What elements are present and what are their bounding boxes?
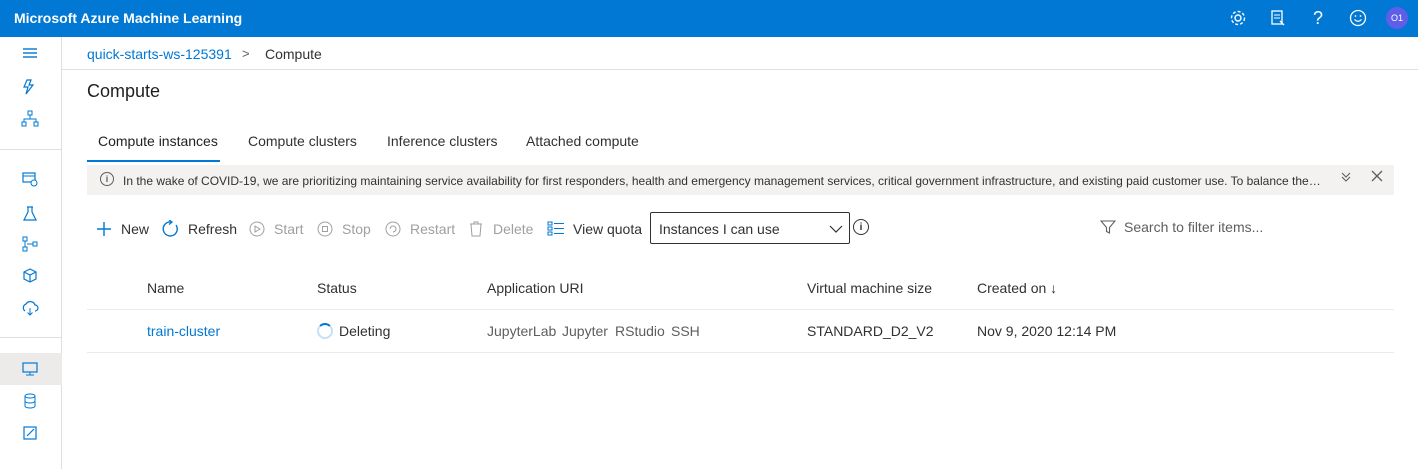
status-text: Deleting xyxy=(339,323,391,339)
column-header-vm-size[interactable]: Virtual machine size xyxy=(807,280,932,296)
stop-label: Stop xyxy=(342,221,371,237)
column-header-name[interactable]: Name xyxy=(147,280,184,296)
info-icon[interactable]: i xyxy=(853,219,869,235)
column-header-created-on[interactable]: Created on ↓ xyxy=(977,280,1057,296)
smiley-icon[interactable] xyxy=(1346,6,1370,30)
delete-button[interactable]: Delete xyxy=(467,218,533,240)
expand-banner-icon[interactable] xyxy=(1339,170,1353,187)
start-button[interactable]: Start xyxy=(248,218,304,240)
datasets-icon[interactable] xyxy=(18,167,42,191)
help-icon[interactable]: ? xyxy=(1306,6,1330,30)
chevron-down-icon xyxy=(829,222,843,239)
search-filter[interactable]: Search to filter items... xyxy=(1100,217,1263,237)
instances-filter-dropdown[interactable]: Instances I can use xyxy=(650,212,850,244)
endpoints-icon[interactable] xyxy=(18,296,42,320)
datastores-icon[interactable] xyxy=(18,389,42,413)
active-tab-indicator xyxy=(87,160,220,162)
experiments-icon[interactable] xyxy=(18,202,42,226)
banner-message: In the wake of COVID-19, we are prioriti… xyxy=(123,174,1323,188)
table-divider xyxy=(87,352,1394,353)
tab-compute-clusters[interactable]: Compute clusters xyxy=(248,133,357,149)
info-icon: i xyxy=(100,172,114,186)
feedback-icon[interactable] xyxy=(1266,6,1290,30)
restart-button[interactable]: Restart xyxy=(384,218,455,240)
breadcrumb-separator: > xyxy=(242,46,250,61)
refresh-button[interactable]: Refresh xyxy=(162,218,237,240)
restart-icon xyxy=(384,220,402,238)
hamburger-icon[interactable] xyxy=(18,41,42,65)
gear-icon[interactable] xyxy=(1226,6,1250,30)
refresh-label: Refresh xyxy=(188,221,238,237)
tab-attached-compute[interactable]: Attached compute xyxy=(526,133,639,149)
left-nav xyxy=(0,37,62,469)
rstudio-link[interactable]: RStudio xyxy=(615,323,665,339)
breadcrumb: quick-starts-ws-125391 > Compute xyxy=(62,37,1418,70)
new-label: New xyxy=(121,221,150,237)
tab-inference-clusters[interactable]: Inference clusters xyxy=(387,133,498,149)
breadcrumb-workspace-link[interactable]: quick-starts-ws-125391 xyxy=(87,46,232,62)
avatar[interactable]: O1 xyxy=(1386,7,1408,29)
column-header-status[interactable]: Status xyxy=(317,280,357,296)
quota-list-icon xyxy=(547,220,565,238)
top-bar: Microsoft Azure Machine Learning ? O1 xyxy=(0,0,1418,37)
nav-divider xyxy=(0,337,62,338)
models-icon[interactable] xyxy=(18,264,42,288)
refresh-icon xyxy=(162,220,180,238)
status-cell: Deleting xyxy=(317,323,390,339)
stop-icon xyxy=(316,220,334,238)
pipelines-icon[interactable] xyxy=(18,232,42,256)
start-label: Start xyxy=(274,221,304,237)
labeling-icon[interactable] xyxy=(18,421,42,445)
tab-compute-instances[interactable]: Compute instances xyxy=(98,133,218,149)
spinner-icon xyxy=(317,323,333,339)
table-divider xyxy=(87,309,1394,310)
jupyterlab-link[interactable]: JupyterLab xyxy=(487,323,556,339)
search-placeholder: Search to filter items... xyxy=(1124,219,1264,235)
app-title[interactable]: Microsoft Azure Machine Learning xyxy=(14,10,242,26)
compute-name-link[interactable]: train-cluster xyxy=(147,323,220,339)
nav-divider xyxy=(0,149,62,150)
plus-icon xyxy=(95,220,113,238)
vm-size-cell: STANDARD_D2_V2 xyxy=(807,323,934,339)
filter-icon xyxy=(1100,219,1116,235)
new-button[interactable]: New xyxy=(95,218,149,240)
close-banner-icon[interactable] xyxy=(1370,169,1384,187)
created-on-cell: Nov 9, 2020 12:14 PM xyxy=(977,323,1117,339)
page-title: Compute xyxy=(87,81,161,101)
breadcrumb-current: Compute xyxy=(265,46,322,62)
view-quota-label: View quota xyxy=(573,221,643,237)
stop-button[interactable]: Stop xyxy=(316,218,371,240)
play-icon xyxy=(248,220,266,238)
designer-icon[interactable] xyxy=(18,107,42,131)
column-header-application-uri[interactable]: Application URI xyxy=(487,280,584,296)
compute-icon[interactable] xyxy=(18,357,42,381)
jupyter-link[interactable]: Jupyter xyxy=(562,323,608,339)
automl-icon[interactable] xyxy=(18,75,42,99)
trash-icon xyxy=(467,220,485,238)
dropdown-value: Instances I can use xyxy=(659,221,780,237)
delete-label: Delete xyxy=(493,221,534,237)
restart-label: Restart xyxy=(410,221,456,237)
view-quota-button[interactable]: View quota xyxy=(547,218,642,240)
ssh-link[interactable]: SSH xyxy=(671,323,700,339)
info-banner: i In the wake of COVID-19, we are priori… xyxy=(87,165,1394,195)
